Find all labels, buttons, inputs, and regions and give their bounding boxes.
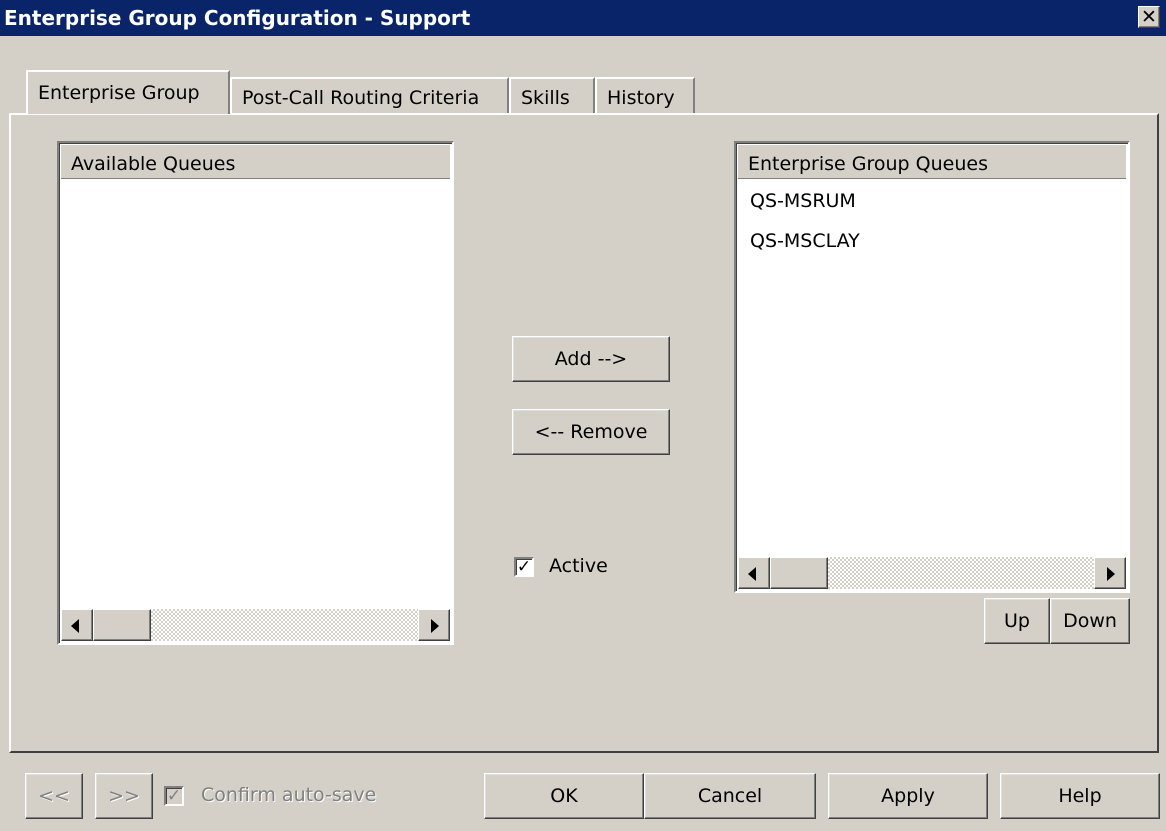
down-button-label: Down bbox=[1063, 610, 1117, 632]
active-label[interactable]: Active bbox=[549, 555, 608, 577]
scrollbar-thumb[interactable] bbox=[93, 609, 151, 641]
enterprise-group-queues-header[interactable]: Enterprise Group Queues bbox=[738, 145, 1126, 179]
arrow-right-icon bbox=[1107, 567, 1115, 581]
tab-label: Enterprise Group bbox=[38, 82, 200, 104]
ok-button[interactable]: OK bbox=[484, 773, 644, 819]
available-queues-list[interactable]: Available Queues bbox=[57, 141, 454, 645]
help-button[interactable]: Help bbox=[1000, 773, 1160, 819]
tab-post-call-routing-criteria[interactable]: Post-Call Routing Criteria bbox=[230, 77, 509, 113]
help-button-label: Help bbox=[1058, 785, 1102, 807]
checkmark-icon: ✓ bbox=[516, 557, 532, 577]
remove-button-label: <-- Remove bbox=[534, 421, 648, 443]
add-button-label: Add --> bbox=[554, 348, 628, 370]
up-button[interactable]: Up bbox=[984, 598, 1050, 644]
enterprise-group-queues-list[interactable]: Enterprise Group Queues QS-MSRUM QS-MSCL… bbox=[734, 141, 1130, 593]
list-item[interactable]: QS-MSRUM bbox=[750, 190, 856, 212]
previous-button[interactable]: << bbox=[25, 773, 83, 819]
down-button[interactable]: Down bbox=[1050, 598, 1130, 644]
window-title: Enterprise Group Configuration - Support bbox=[4, 6, 471, 30]
confirm-autosave-label[interactable]: Confirm auto-save bbox=[201, 784, 376, 806]
cancel-button[interactable]: Cancel bbox=[644, 773, 816, 819]
available-queues-header[interactable]: Available Queues bbox=[61, 145, 450, 179]
previous-button-label: << bbox=[38, 785, 70, 807]
scroll-left-button[interactable] bbox=[61, 609, 93, 641]
enterprise-group-configuration-dialog: Enterprise Group Configuration - Support… bbox=[0, 0, 1166, 831]
remove-button[interactable]: <-- Remove bbox=[512, 409, 670, 455]
scroll-right-button[interactable] bbox=[1094, 557, 1126, 589]
active-checkbox[interactable]: ✓ bbox=[514, 557, 534, 577]
apply-button[interactable]: Apply bbox=[828, 773, 988, 819]
arrow-left-icon bbox=[748, 567, 756, 581]
available-queues-horizontal-scrollbar[interactable] bbox=[61, 609, 450, 641]
apply-button-label: Apply bbox=[881, 785, 935, 807]
cancel-button-label: Cancel bbox=[697, 785, 763, 807]
confirm-autosave-checkbox[interactable]: ✓ bbox=[164, 786, 184, 806]
title-bar[interactable]: Enterprise Group Configuration - Support… bbox=[0, 0, 1166, 36]
arrow-right-icon bbox=[431, 619, 439, 633]
group-queues-horizontal-scrollbar[interactable] bbox=[738, 557, 1126, 589]
scroll-left-button[interactable] bbox=[738, 557, 770, 589]
scroll-right-button[interactable] bbox=[418, 609, 450, 641]
up-button-label: Up bbox=[1004, 610, 1030, 632]
tab-skills[interactable]: Skills bbox=[509, 77, 595, 113]
list-header-label: Available Queues bbox=[71, 153, 236, 175]
arrow-left-icon bbox=[71, 619, 79, 633]
list-header-label: Enterprise Group Queues bbox=[748, 153, 988, 175]
next-button-label: >> bbox=[108, 785, 140, 807]
tab-history[interactable]: History bbox=[595, 77, 695, 113]
next-button[interactable]: >> bbox=[95, 773, 153, 819]
checkmark-icon: ✓ bbox=[166, 786, 182, 806]
ok-button-label: OK bbox=[550, 785, 578, 807]
close-icon: ✕ bbox=[1141, 6, 1157, 28]
scrollbar-thumb[interactable] bbox=[770, 557, 828, 589]
tab-label: Skills bbox=[521, 87, 570, 109]
list-item[interactable]: QS-MSCLAY bbox=[750, 230, 860, 252]
tab-label: History bbox=[607, 87, 675, 109]
tab-enterprise-group[interactable]: Enterprise Group bbox=[26, 70, 230, 114]
add-button[interactable]: Add --> bbox=[512, 336, 670, 382]
tab-label: Post-Call Routing Criteria bbox=[242, 87, 480, 109]
close-button[interactable]: ✕ bbox=[1138, 6, 1160, 28]
